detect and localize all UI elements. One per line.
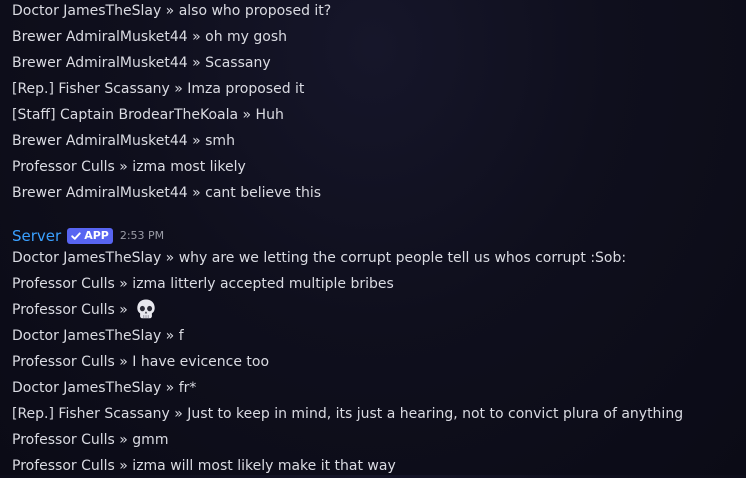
app-badge-label: APP: [84, 229, 109, 242]
chat-message[interactable]: Doctor JamesTheSlay » also who proposed …: [12, 0, 331, 23]
chat-message[interactable]: [Staff] Captain BrodearTheKoala » Huh: [12, 103, 284, 127]
chat-message[interactable]: Brewer AdmiralMusket44 » cant believe th…: [12, 181, 321, 205]
chat-message[interactable]: Professor Culls » izma most likely: [12, 155, 246, 179]
skull-emoji: [137, 299, 156, 318]
chat-message[interactable]: Brewer AdmiralMusket44 » oh my gosh: [12, 25, 287, 49]
chat-message[interactable]: Professor Culls » izma litterly accepted…: [12, 272, 394, 296]
chat-message[interactable]: Professor Culls » gmm: [12, 428, 168, 452]
chat-message[interactable]: [Rep.] Fisher Scassany » Just to keep in…: [12, 402, 683, 426]
chat-message[interactable]: Doctor JamesTheSlay » f: [12, 324, 184, 348]
app-badge: APP: [67, 228, 113, 244]
checkmark-icon: [71, 232, 81, 240]
chat-message[interactable]: Doctor JamesTheSlay » why are we letting…: [12, 246, 626, 270]
chat-log: Doctor JamesTheSlay » also who proposed …: [0, 0, 746, 475]
chat-message[interactable]: Professor Culls » izma will most likely …: [12, 454, 396, 478]
chat-message[interactable]: Brewer AdmiralMusket44 » Scassany: [12, 51, 271, 75]
chat-message[interactable]: Professor Culls » I have evicence too: [12, 350, 269, 374]
chat-message[interactable]: Doctor JamesTheSlay » fr*: [12, 376, 196, 400]
chat-message[interactable]: Professor Culls »: [12, 298, 157, 322]
chat-message[interactable]: Brewer AdmiralMusket44 » smh: [12, 129, 235, 153]
chat-message-text: Professor Culls »: [12, 302, 133, 318]
chat-message[interactable]: [Rep.] Fisher Scassany » Imza proposed i…: [12, 77, 304, 101]
author-name[interactable]: Server: [12, 224, 61, 248]
message-group-header: Server APP 2:53 PM: [12, 224, 164, 248]
message-timestamp[interactable]: 2:53 PM: [120, 224, 164, 248]
